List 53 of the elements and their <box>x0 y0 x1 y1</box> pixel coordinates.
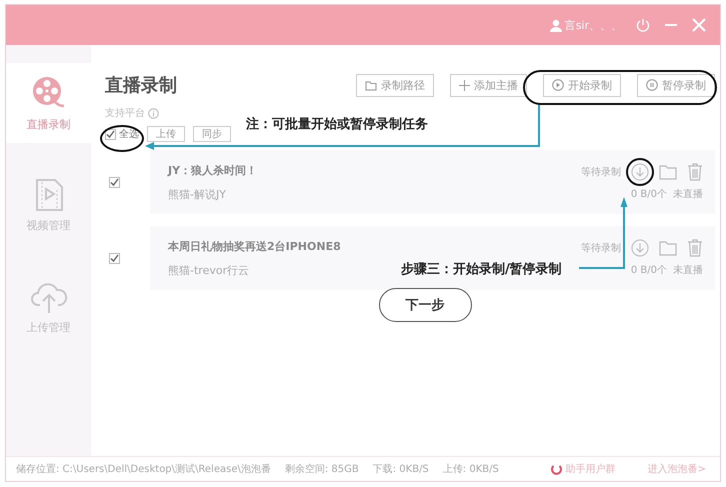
ring-icon <box>550 464 562 474</box>
user-name[interactable]: 言sir、、、 <box>564 18 622 32</box>
enter-link[interactable]: 进入泡泡番> <box>648 462 706 476</box>
task-status: 等待录制 <box>581 242 621 255</box>
toolbar-button[interactable]: 上传 <box>147 126 185 142</box>
download-icon[interactable] <box>631 239 649 257</box>
sidebar-item[interactable]: 上传管理 <box>6 267 91 347</box>
checkbox[interactable] <box>105 128 116 140</box>
play-icon <box>552 79 564 91</box>
highlight-circle <box>100 125 144 152</box>
toolbar-button[interactable]: 暂停录制 <box>637 74 715 96</box>
pause-icon <box>646 79 658 91</box>
callout-arrow <box>579 197 628 269</box>
annotation-text: 注：可批量开始或暂停录制任务 <box>246 116 428 133</box>
task-status: 等待录制 <box>581 166 621 179</box>
trash-icon[interactable] <box>687 239 703 257</box>
close-icon[interactable] <box>692 18 706 32</box>
annotation-text: 步骤三：开始录制/暂停录制 <box>401 261 562 278</box>
checkbox[interactable] <box>109 252 120 264</box>
upload-speed: 上传: 0KB/S <box>442 462 499 476</box>
free-space: 剩余空间: 85GB <box>284 462 359 476</box>
trash-icon[interactable] <box>687 163 703 181</box>
info-icon[interactable] <box>148 108 159 118</box>
plus-icon <box>459 80 470 90</box>
checkbox[interactable] <box>109 176 120 188</box>
power-icon[interactable] <box>636 18 650 32</box>
download-icon[interactable] <box>631 163 649 181</box>
toolbar-button[interactable]: 开始录制 <box>543 74 621 96</box>
page-title: 直播录制 <box>105 74 178 97</box>
download-speed: 下载: 0KB/S <box>372 462 429 476</box>
user-icon <box>550 18 562 32</box>
toolbar-button[interactable]: 同步 <box>193 126 231 142</box>
toolbar-button[interactable]: 录制路径 <box>356 74 434 96</box>
next-step-button[interactable]: 下一步 <box>378 288 472 322</box>
storage-path: 储存位置: C:\Users\Dell\Desktop\测试\Release\泡泡番 <box>16 462 271 476</box>
task-title: JY：狼人杀时间！ <box>168 162 258 178</box>
sidebar-item[interactable]: 视频管理 <box>6 165 91 245</box>
folder-icon[interactable] <box>659 164 677 180</box>
task-source: 熊猫-trevor行云 <box>168 262 250 278</box>
help-group-link[interactable]: 助手用户群 <box>566 462 616 476</box>
folder-icon <box>365 80 377 90</box>
sidebar-item[interactable]: 直播录制 <box>6 63 91 143</box>
live-status: 未直播 <box>673 264 703 277</box>
task-size: 0 B/0个 <box>630 264 667 277</box>
select-all-label[interactable]: 全选 <box>119 127 139 141</box>
task-source: 熊猫-解说JY <box>168 186 226 202</box>
folder-icon[interactable] <box>659 240 677 256</box>
live-status: 未直播 <box>673 188 703 201</box>
task-size: 0 B/0个 <box>630 188 667 201</box>
toolbar-button[interactable]: 添加主播 <box>450 74 527 96</box>
highlight-circle <box>626 158 654 186</box>
platform-label: 支持平台 <box>105 106 145 120</box>
task-title: 本周日礼物抽奖再送2台IPHONE8 <box>168 238 341 254</box>
